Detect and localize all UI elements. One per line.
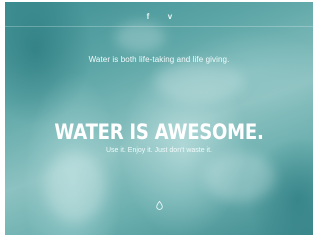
foam-texture: [45, 152, 105, 222]
foam-texture: [205, 152, 275, 202]
facebook-icon[interactable]: f: [143, 11, 153, 21]
header-divider: [5, 26, 313, 27]
tagline: Water is both life-taking and life givin…: [88, 55, 230, 64]
page-title: WATER IS AWESOME.: [54, 120, 264, 144]
social-links: f v: [5, 11, 313, 21]
vimeo-icon[interactable]: v: [165, 11, 175, 21]
subtitle: Use it. Enjoy it. Just don't waste it.: [106, 147, 212, 154]
water-drop-icon[interactable]: [156, 201, 163, 210]
foam-texture: [155, 62, 245, 102]
hero-section: f v Water is both life-taking and life g…: [5, 2, 313, 235]
